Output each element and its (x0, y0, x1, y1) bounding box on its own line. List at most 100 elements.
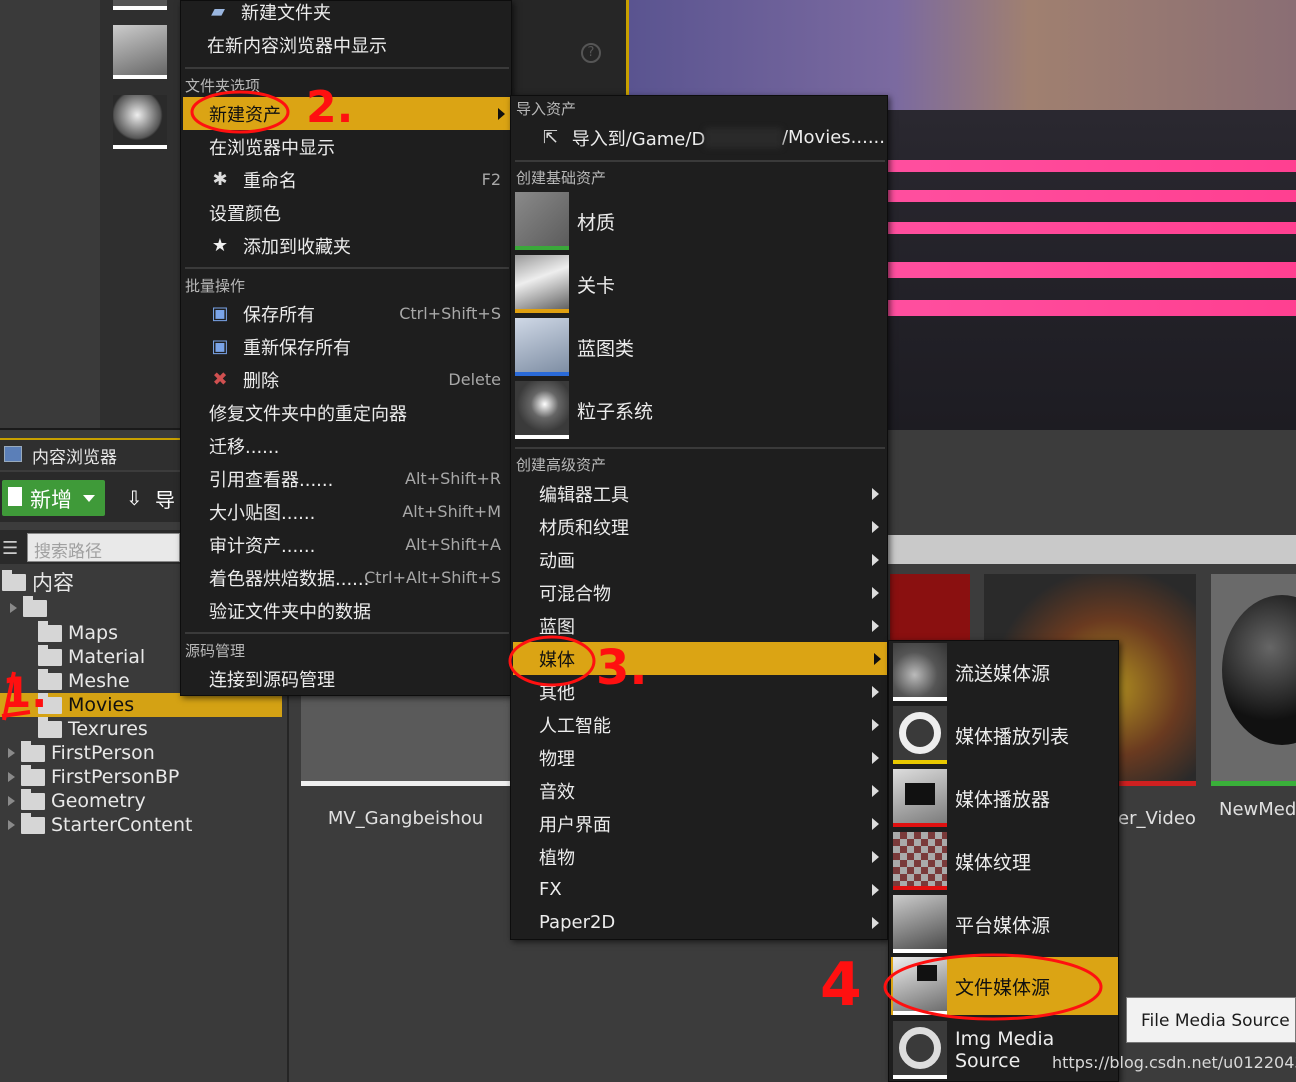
menu-item-level[interactable]: 关卡 (515, 255, 881, 313)
section-advanced-assets: 创建高级资产 (516, 456, 607, 474)
asset-color-bar (893, 949, 947, 953)
menu-item-blueprint-class[interactable]: 蓝图类 (515, 318, 881, 376)
menu-item-fx[interactable]: FX (539, 873, 885, 906)
submenu-arrow-icon (872, 487, 879, 500)
menu-item-paper2d[interactable]: Paper2D (539, 906, 885, 939)
menu-item-label: 重新保存所有 (243, 337, 351, 359)
particle-icon (515, 381, 569, 439)
menu-item-rename[interactable]: ✱ 重命名 F2 (209, 163, 507, 196)
expand-icon[interactable] (10, 603, 17, 613)
menu-item-label: 文件媒体源 (955, 976, 1051, 999)
expand-icon[interactable] (8, 796, 15, 806)
expand-icon[interactable] (8, 820, 15, 830)
menu-item-materials-textures[interactable]: 材质和纹理 (539, 510, 885, 543)
folder-icon (21, 740, 45, 762)
menu-item-label: FX (539, 879, 562, 900)
submenu-arrow-icon (872, 685, 879, 698)
menu-item-platform-media-source[interactable]: 平台媒体源 (893, 895, 1118, 953)
submenu-arrow-icon (872, 916, 879, 929)
menu-item-connect-scm[interactable]: 连接到源码管理 (209, 662, 507, 695)
help-icon[interactable]: ? (581, 43, 601, 63)
menu-item-new-folder[interactable]: ▰ 新建文件夹 (207, 0, 507, 28)
tree-item-content[interactable]: 内容 (2, 569, 74, 595)
menu-item-file-media-source[interactable]: 文件媒体源 (891, 957, 1118, 1015)
menu-item-save-all[interactable]: ▣ 保存所有 Ctrl+Shift+S (209, 297, 507, 330)
asset-tile-red[interactable] (890, 574, 970, 640)
tree-item-meshe[interactable]: Meshe (38, 668, 130, 693)
menu-item-media-texture[interactable]: 媒体纹理 (893, 832, 1118, 890)
rename-icon: ✱ (212, 168, 228, 190)
menu-item-animation[interactable]: 动画 (539, 543, 885, 576)
tree-item-label: StarterContent (51, 814, 193, 836)
menu-item-user-interface[interactable]: 用户界面 (539, 807, 885, 840)
tree-item-startercontent[interactable]: StarterContent (8, 812, 193, 837)
filter-list-icon[interactable]: ☰ (2, 538, 18, 559)
menu-item-label: 引用查看器...... (209, 469, 334, 491)
tree-item-project[interactable] (10, 595, 53, 620)
menu-item-label: 新建资产 (209, 104, 281, 126)
menu-item-blendables[interactable]: 可混合物 (539, 576, 885, 609)
menu-item-size-map[interactable]: 大小贴图...... Alt+Shift+M (209, 495, 507, 528)
tree-item-maps[interactable]: Maps (38, 620, 118, 645)
menu-item-stream-media-source[interactable]: 流送媒体源 (893, 643, 1118, 701)
platform-media-icon (893, 895, 947, 953)
placement-thumb-0[interactable] (113, 0, 167, 10)
menu-item-label: 音效 (539, 781, 575, 803)
menu-item-media-playlist[interactable]: 媒体播放列表 (893, 706, 1118, 764)
import-icon[interactable]: ⇩ (126, 486, 143, 510)
tree-item-firstperson[interactable]: FirstPerson (8, 740, 155, 765)
menu-item-ai[interactable]: 人工智能 (539, 708, 885, 741)
tree-item-movies[interactable]: Movies (38, 692, 135, 717)
menu-item-fix-redirectors[interactable]: 修复文件夹中的重定向器 (209, 396, 507, 429)
tree-item-label: Material (68, 646, 146, 668)
menu-item-blueprints[interactable]: 蓝图 (539, 609, 885, 642)
menu-item-validate-data[interactable]: 验证文件夹中的数据 (209, 594, 507, 627)
menu-item-add-favorite[interactable]: ★ 添加到收藏夹 (209, 229, 509, 262)
menu-item-media[interactable]: 媒体 (513, 642, 887, 675)
menu-item-physics[interactable]: 物理 (539, 741, 885, 774)
tree-item-label: 内容 (32, 571, 74, 595)
import-button[interactable]: 导 (155, 484, 175, 513)
menu-item-show-in-browser[interactable]: 在浏览器中显示 (209, 130, 509, 163)
menu-item-import-to[interactable]: ⇱ 导入到/Game/D /Movies...... (541, 121, 885, 154)
playlist-icon (893, 706, 947, 764)
menu-item-media-player[interactable]: 媒体播放器 (893, 769, 1118, 827)
menu-item-set-color[interactable]: 设置颜色 (209, 196, 509, 229)
menu-item-label: 媒体纹理 (955, 851, 1032, 874)
menu-item-particle-system[interactable]: 粒子系统 (515, 381, 881, 439)
placement-thumb-sphere[interactable] (113, 95, 167, 149)
menu-item-editor-tools[interactable]: 编辑器工具 (539, 477, 885, 510)
media-submenu: 流送媒体源 媒体播放列表 媒体播放器 媒体纹理 平台媒体源 文件媒体源 Img … (888, 640, 1119, 1082)
menu-item-material[interactable]: 材质 (515, 192, 881, 250)
menu-separator (185, 267, 509, 269)
menu-item-delete[interactable]: ✖ 删除 Delete (209, 363, 507, 396)
star-icon: ★ (211, 234, 229, 256)
shortcut-label: Alt+Shift+M (402, 502, 501, 521)
menu-item-audit-assets[interactable]: 审计资产...... Alt+Shift+A (209, 528, 507, 561)
asset-label: MV_Gangbeishou (327, 808, 484, 829)
tree-item-firstpersonbp[interactable]: FirstPersonBP (8, 764, 179, 789)
menu-item-sounds[interactable]: 音效 (539, 774, 885, 807)
menu-item-reference-viewer[interactable]: 引用查看器...... Alt+Shift+R (209, 462, 507, 495)
menu-item-resave-all[interactable]: ▣ 重新保存所有 (209, 330, 507, 363)
submenu-arrow-icon (872, 751, 879, 764)
expand-icon[interactable] (8, 772, 15, 782)
expand-icon[interactable] (8, 748, 15, 758)
menu-item-shader-cook[interactable]: 着色器烘焙数据...... Ctrl+Alt+Shift+S (209, 561, 507, 594)
menu-item-foliage[interactable]: 植物 (539, 840, 885, 873)
menu-item-misc[interactable]: 其他 (539, 675, 885, 708)
tree-item-material[interactable]: Material (38, 644, 146, 669)
menu-item-show-in-new-browser[interactable]: 在新内容浏览器中显示 (207, 28, 507, 61)
placement-thumb-cube[interactable] (113, 25, 167, 79)
menu-item-label: 动画 (539, 550, 575, 572)
asset-tile-mv-gangbeishou[interactable] (301, 690, 510, 786)
folder-icon (23, 595, 47, 617)
add-new-label: 新增 (30, 488, 72, 512)
tree-item-geometry[interactable]: Geometry (8, 788, 146, 813)
menu-item-migrate[interactable]: 迁移...... (209, 429, 507, 462)
tree-item-label: FirstPerson (51, 742, 155, 764)
neon-stripe (887, 300, 1296, 316)
annotation-step-2: 2. (306, 82, 354, 133)
tree-item-label: Movies (68, 694, 135, 716)
tree-item-texrures[interactable]: Texrures (38, 716, 148, 741)
